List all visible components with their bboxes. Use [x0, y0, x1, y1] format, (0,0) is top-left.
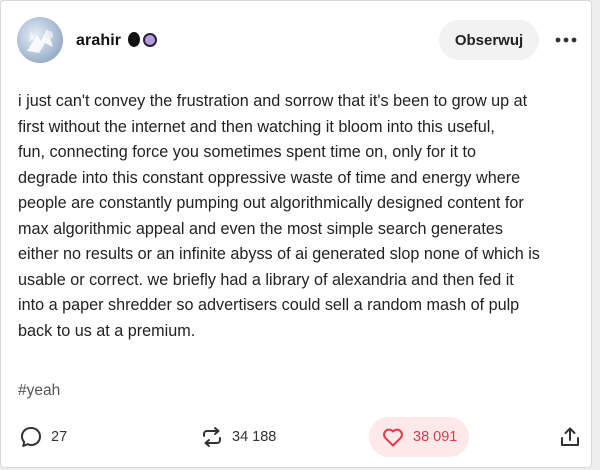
post-text-line: back to us at a premium. [18, 321, 196, 340]
reblog-button[interactable]: 34 188 [200, 425, 276, 449]
reply-count: 27 [51, 429, 68, 445]
post-text-line: first without the internet and then watc… [18, 117, 495, 136]
like-button[interactable]: 38 091 [369, 417, 470, 457]
post-text-line: max algorithmic appeal and even the most… [18, 219, 503, 238]
more-dots-icon [555, 37, 577, 43]
post-text-line: usable or correct. we briefly had a libr… [18, 270, 514, 289]
post-tag[interactable]: #yeah [18, 382, 60, 400]
post-header: arahir Obserwuj [1, 1, 591, 81]
post-text-line: either no results or an infinite abyss o… [18, 245, 540, 263]
dark-badge-icon [128, 32, 140, 47]
username[interactable]: arahir [76, 32, 121, 50]
more-options-button[interactable] [553, 28, 579, 52]
avatar-image [27, 29, 53, 53]
share-icon [561, 427, 579, 446]
purple-badge-icon [143, 33, 157, 47]
like-count: 38 091 [413, 429, 458, 445]
user-badges [128, 32, 157, 47]
post-footer: 27 34 188 38 091 [1, 409, 591, 465]
share-button[interactable] [558, 425, 582, 449]
post-text-line: degrade into this constant oppressive wa… [18, 168, 521, 187]
follow-button[interactable]: Obserwuj [439, 20, 539, 60]
avatar[interactable] [17, 17, 63, 63]
post-card: arahir Obserwuj i just can't convey the … [0, 0, 592, 468]
reblog-icon [203, 427, 221, 447]
reblog-count: 34 188 [232, 429, 277, 445]
post-text-line: fun, connecting force you sometimes spen… [18, 143, 476, 161]
heart-icon [383, 428, 403, 447]
post-text-line: people are constantly pumping out algori… [18, 194, 524, 212]
post-body: i just can't convey the frustration and … [18, 89, 586, 344]
reply-button[interactable]: 27 [19, 425, 67, 449]
comment-icon [21, 427, 41, 447]
post-text-line: into a paper shredder so advertisers cou… [18, 296, 520, 314]
post-text-line: i just can't convey the frustration and … [18, 92, 528, 110]
